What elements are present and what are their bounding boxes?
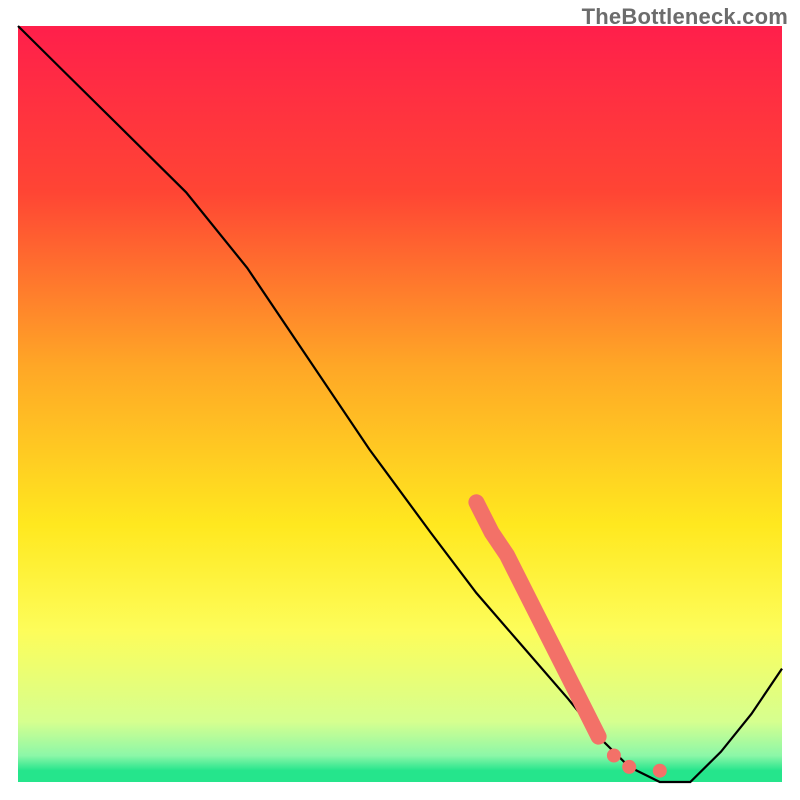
coral-dot: [622, 760, 636, 774]
coral-dot: [653, 764, 667, 778]
coral-dot: [607, 749, 621, 763]
chart-svg: [0, 0, 800, 800]
watermark-text: TheBottleneck.com: [582, 4, 788, 30]
chart-canvas: { "watermark": "TheBottleneck.com", "cha…: [0, 0, 800, 800]
